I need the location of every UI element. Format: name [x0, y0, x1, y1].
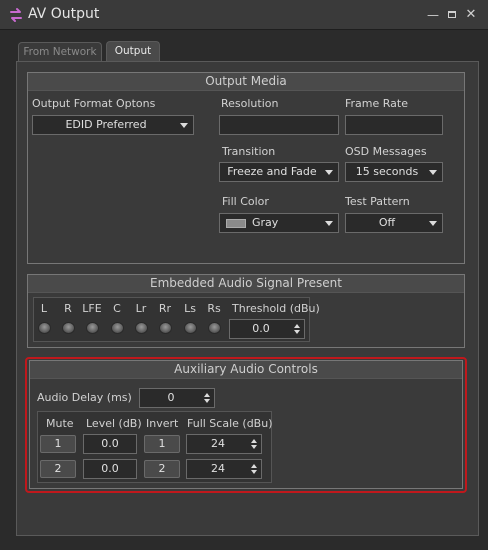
transition-value: Freeze and Fade	[227, 165, 317, 178]
test-pattern-value: Off	[378, 216, 396, 229]
full-scale-spinbox-1[interactable]: 24	[186, 434, 262, 454]
signal-indicator-icon	[135, 322, 148, 334]
spin-up-icon[interactable]	[204, 393, 210, 397]
fill-color-label: Fill Color	[222, 195, 269, 208]
chevron-down-icon	[325, 170, 333, 175]
full-scale-value-1: 24	[211, 437, 225, 450]
spin-down-icon[interactable]	[294, 330, 300, 334]
window-title: AV Output	[28, 6, 100, 22]
title-bar: AV Output — ✕	[0, 0, 488, 30]
tab-from-network[interactable]: From Network	[18, 42, 102, 62]
full-scale-value-2: 24	[211, 462, 225, 475]
level-header: Level (dB)	[86, 417, 142, 430]
invert-header: Invert	[146, 417, 179, 430]
channel-label-ls: Ls	[184, 302, 196, 315]
signal-indicator-icon	[208, 322, 221, 334]
chevron-down-icon	[429, 170, 437, 175]
chevron-down-icon	[180, 123, 188, 128]
spin-up-icon[interactable]	[251, 464, 257, 468]
test-pattern-dropdown[interactable]: Off	[345, 213, 443, 233]
spin-up-icon[interactable]	[251, 439, 257, 443]
mute-header: Mute	[46, 417, 74, 430]
maximize-icon[interactable]	[443, 6, 461, 24]
channel-label-rr: Rr	[158, 302, 172, 315]
channel-label-lr: Lr	[135, 302, 147, 315]
level-field-2[interactable]: 0.0	[83, 459, 137, 479]
av-swap-icon	[10, 8, 22, 22]
audio-delay-spinbox[interactable]: 0	[139, 388, 215, 408]
output-format-label: Output Format Optons	[32, 97, 156, 110]
signal-indicator-icon	[86, 322, 99, 334]
channel-label-r: R	[64, 302, 72, 315]
fill-color-dropdown[interactable]: Gray	[219, 213, 339, 233]
chevron-down-icon	[325, 221, 333, 226]
signal-indicator-icon	[184, 322, 197, 334]
osd-messages-label: OSD Messages	[345, 145, 427, 158]
full-scale-spinbox-2[interactable]: 24	[186, 459, 262, 479]
output-format-dropdown[interactable]: EDID Preferred	[32, 115, 194, 135]
signal-indicator-icon	[38, 322, 51, 334]
osd-messages-dropdown[interactable]: 15 seconds	[345, 162, 443, 182]
fill-color-value: Gray	[252, 216, 279, 229]
threshold-value: 0.0	[252, 322, 270, 335]
minimize-icon[interactable]: —	[424, 6, 442, 24]
spin-up-icon[interactable]	[294, 324, 300, 328]
transition-label: Transition	[222, 145, 276, 158]
audio-delay-value: 0	[167, 391, 175, 404]
threshold-spinbox[interactable]: 0.0	[229, 319, 305, 339]
spin-down-icon[interactable]	[251, 470, 257, 474]
group-title: Auxiliary Audio Controls	[30, 361, 462, 379]
channel-label-l: L	[40, 302, 48, 315]
channel-label-rs: Rs	[207, 302, 221, 315]
spin-down-icon[interactable]	[251, 445, 257, 449]
spin-down-icon[interactable]	[204, 399, 210, 403]
mute-button-1[interactable]: 1	[40, 435, 76, 453]
group-title: Embedded Audio Signal Present	[28, 275, 464, 293]
tab-output[interactable]: Output	[106, 41, 160, 63]
level-field-1[interactable]: 0.0	[83, 434, 137, 454]
chevron-down-icon	[429, 221, 437, 226]
signal-indicator-icon	[111, 322, 124, 334]
signal-indicator-icon	[159, 322, 172, 334]
audio-delay-label: Audio Delay (ms)	[37, 391, 132, 404]
channel-label-lfe: LFE	[82, 302, 102, 315]
signal-indicator-icon	[62, 322, 75, 334]
threshold-label: Threshold (dBu)	[232, 302, 320, 315]
resolution-label: Resolution	[221, 97, 279, 110]
channel-label-c: C	[113, 302, 121, 315]
output-format-value: EDID Preferred	[65, 118, 147, 131]
mute-button-2[interactable]: 2	[40, 460, 76, 478]
color-swatch	[226, 218, 246, 228]
frame-rate-label: Frame Rate	[345, 97, 408, 110]
test-pattern-label: Test Pattern	[345, 195, 410, 208]
frame-rate-field[interactable]	[345, 115, 443, 135]
full-scale-header: Full Scale (dBu)	[187, 417, 273, 430]
osd-messages-value: 15 seconds	[355, 165, 419, 178]
invert-button-2[interactable]: 2	[144, 460, 180, 478]
transition-dropdown[interactable]: Freeze and Fade	[219, 162, 339, 182]
close-icon[interactable]: ✕	[462, 6, 480, 24]
resolution-field[interactable]	[219, 115, 339, 135]
group-title: Output Media	[28, 73, 464, 91]
invert-button-1[interactable]: 1	[144, 435, 180, 453]
